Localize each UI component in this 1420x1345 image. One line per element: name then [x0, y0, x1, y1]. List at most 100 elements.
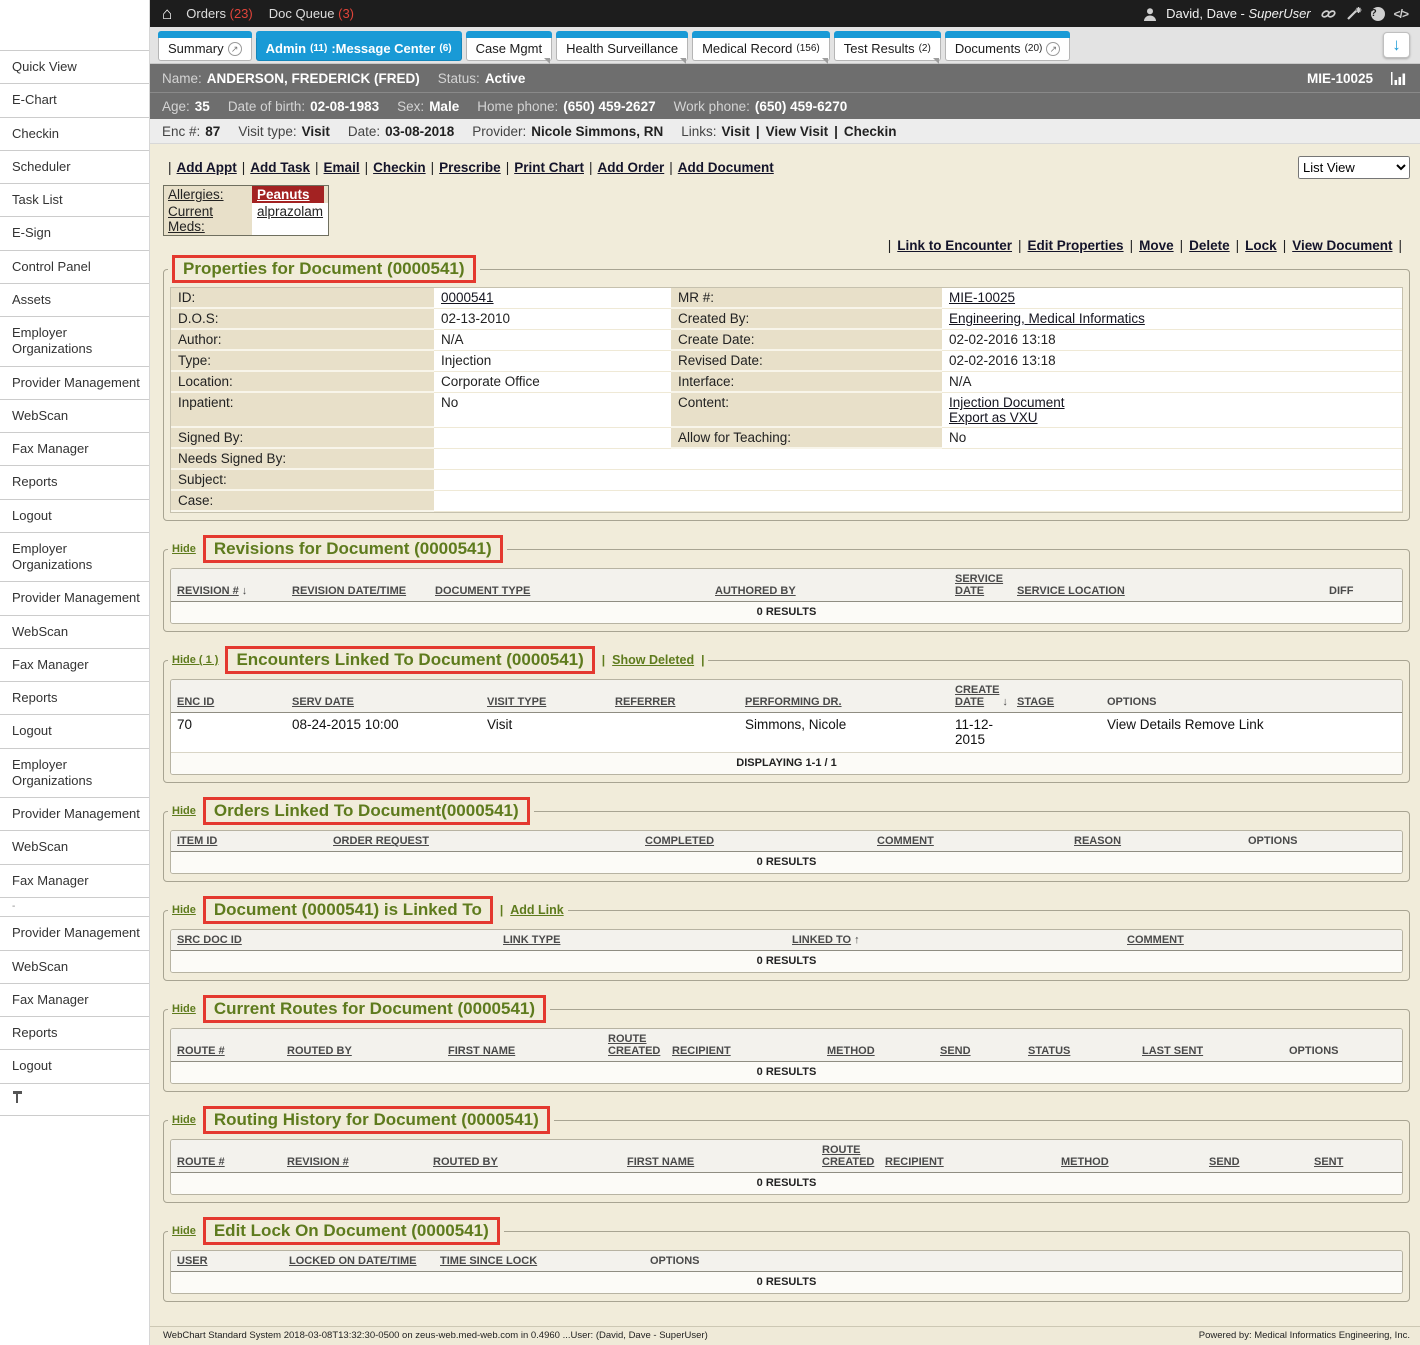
- orders-linked-hide-link[interactable]: Hide: [172, 805, 196, 817]
- tab-health-surveillance[interactable]: Health Surveillance: [556, 32, 688, 61]
- column-header-serv-date[interactable]: SERV DATE: [292, 696, 487, 708]
- sidebar-item-fax-manager[interactable]: Fax Manager: [0, 649, 149, 682]
- sidebar-pin-toggle[interactable]: [0, 1084, 149, 1116]
- tab-medical-record[interactable]: Medical Record (156): [692, 32, 830, 61]
- sidebar-item-item[interactable]: -: [0, 898, 149, 918]
- home-icon[interactable]: ⌂: [162, 5, 172, 22]
- column-header-revision-date-time[interactable]: REVISION DATE/TIME: [292, 585, 435, 597]
- column-header-stage[interactable]: STAGE: [1017, 696, 1107, 708]
- column-header-first-name[interactable]: FIRST NAME: [627, 1156, 822, 1168]
- column-header-completed[interactable]: COMPLETED: [645, 835, 877, 847]
- sidebar-item-provider-management[interactable]: Provider Management: [0, 798, 149, 831]
- action-add-order[interactable]: Add Order: [597, 160, 664, 175]
- edit-lock-hide-link[interactable]: Hide: [172, 1225, 196, 1237]
- sidebar-item-webscan[interactable]: WebScan: [0, 831, 149, 864]
- current-meds-link[interactable]: Current Meds:: [164, 203, 252, 235]
- column-header-route[interactable]: ROUTE #: [177, 1156, 287, 1168]
- sidebar-item-reports[interactable]: Reports: [0, 1017, 149, 1050]
- encounter-link-checkin[interactable]: Checkin: [844, 124, 897, 139]
- view-select[interactable]: List View: [1298, 156, 1410, 179]
- sidebar-item-assets[interactable]: Assets: [0, 284, 149, 317]
- code-icon[interactable]: </>: [1394, 7, 1408, 21]
- action-add-document[interactable]: Add Document: [678, 160, 774, 175]
- column-header-time-since-lock[interactable]: TIME SINCE LOCK: [440, 1255, 650, 1267]
- column-header-method[interactable]: METHOD: [1061, 1156, 1209, 1168]
- sidebar-item-employer-organizations[interactable]: Employer Organizations: [0, 533, 149, 583]
- show-deleted-link[interactable]: Show Deleted: [612, 653, 694, 667]
- chart-icon[interactable]: [1391, 72, 1408, 85]
- encounter-link-visit[interactable]: Visit: [722, 124, 750, 139]
- sidebar-item-webscan[interactable]: WebScan: [0, 400, 149, 433]
- column-header-linked-to[interactable]: LINKED TO↑: [792, 934, 1127, 946]
- column-header-item-id[interactable]: ITEM ID: [177, 835, 333, 847]
- sidebar-item-fax-manager[interactable]: Fax Manager: [0, 984, 149, 1017]
- sidebar-item-webscan[interactable]: WebScan: [0, 616, 149, 649]
- column-header-user[interactable]: USER: [177, 1255, 289, 1267]
- popout-icon[interactable]: ↗: [228, 42, 242, 56]
- sidebar-item-reports[interactable]: Reports: [0, 682, 149, 715]
- tab-admin-message-center[interactable]: Admin (11):Message Center (6): [256, 32, 462, 61]
- sidebar-item-provider-management[interactable]: Provider Management: [0, 917, 149, 950]
- action-add-task[interactable]: Add Task: [250, 160, 310, 175]
- sidebar-item-logout[interactable]: Logout: [0, 500, 149, 533]
- sidebar-item-task-list[interactable]: Task List: [0, 184, 149, 217]
- document-linked-to-hide-link[interactable]: Hide: [172, 904, 196, 916]
- prop-link-0000541[interactable]: 0000541: [441, 290, 494, 305]
- column-header-route-created[interactable]: ROUTE CREATED: [608, 1033, 672, 1057]
- column-header-service-date[interactable]: SERVICE DATE: [955, 573, 1017, 597]
- sidebar-item-fax-manager[interactable]: Fax Manager: [0, 433, 149, 466]
- link-icon[interactable]: [1320, 7, 1337, 21]
- column-header-document-type[interactable]: DOCUMENT TYPE: [435, 585, 715, 597]
- allergy-value-link[interactable]: Peanuts: [252, 186, 324, 203]
- column-header-referrer[interactable]: REFERRER: [615, 696, 745, 708]
- tab-documents[interactable]: Documents (20)↗: [945, 32, 1071, 61]
- column-header-link-type[interactable]: LINK TYPE: [503, 934, 792, 946]
- column-header-routed-by[interactable]: ROUTED BY: [287, 1045, 448, 1057]
- sidebar-item-webscan[interactable]: WebScan: [0, 951, 149, 984]
- column-header-first-name[interactable]: FIRST NAME: [448, 1045, 608, 1057]
- column-header-method[interactable]: METHOD: [827, 1045, 940, 1057]
- column-header-order-request[interactable]: ORDER REQUEST: [333, 835, 645, 847]
- sidebar-item-provider-management[interactable]: Provider Management: [0, 582, 149, 615]
- encounters-linked-hide-link[interactable]: Hide ( 1 ): [172, 654, 218, 666]
- prop-link-mie-10025[interactable]: MIE-10025: [949, 290, 1015, 305]
- doc-action-move[interactable]: Move: [1139, 238, 1174, 253]
- sidebar-item-fax-manager[interactable]: Fax Manager: [0, 865, 149, 898]
- sidebar-item-logout[interactable]: Logout: [0, 715, 149, 748]
- column-header-route[interactable]: ROUTE #: [177, 1045, 287, 1057]
- wand-icon[interactable]: [1346, 6, 1362, 21]
- column-header-routed-by[interactable]: ROUTED BY: [433, 1156, 627, 1168]
- med-value-link[interactable]: alprazolam: [252, 203, 328, 235]
- doc-action-delete[interactable]: Delete: [1189, 238, 1230, 253]
- column-header-performing-dr[interactable]: PERFORMING DR.: [745, 696, 955, 708]
- action-email[interactable]: Email: [324, 160, 360, 175]
- column-header-src-doc-id[interactable]: SRC DOC ID: [177, 934, 503, 946]
- sidebar-item-scheduler[interactable]: Scheduler: [0, 151, 149, 184]
- column-header-authored-by[interactable]: AUTHORED BY: [715, 585, 955, 597]
- sidebar-item-control-panel[interactable]: Control Panel: [0, 251, 149, 284]
- revisions-hide-link[interactable]: Hide: [172, 543, 196, 555]
- sidebar-item-employer-organizations[interactable]: Employer Organizations: [0, 749, 149, 799]
- column-header-comment[interactable]: COMMENT: [1127, 934, 1396, 946]
- sidebar-item-e-sign[interactable]: E-Sign: [0, 217, 149, 250]
- column-header-route-created[interactable]: ROUTE CREATED: [822, 1144, 885, 1168]
- routing-history-hide-link[interactable]: Hide: [172, 1114, 196, 1126]
- topbar-link-doc-queue[interactable]: Doc Queue (3): [269, 6, 354, 21]
- action-print-chart[interactable]: Print Chart: [514, 160, 584, 175]
- cell-options[interactable]: View Details Remove Link: [1107, 717, 1396, 732]
- tab-case-mgmt[interactable]: Case Mgmt: [466, 32, 552, 61]
- user-name[interactable]: David, Dave - SuperUser: [1166, 6, 1311, 21]
- column-header-service-location[interactable]: SERVICE LOCATION: [1017, 585, 1329, 597]
- column-header-status[interactable]: STATUS: [1028, 1045, 1142, 1057]
- column-header-revision[interactable]: REVISION #: [287, 1156, 433, 1168]
- tab-summary[interactable]: Summary↗: [158, 32, 252, 61]
- action-add-appt[interactable]: Add Appt: [177, 160, 237, 175]
- column-header-last-sent[interactable]: LAST SENT: [1142, 1045, 1289, 1057]
- sidebar-item-employer-organizations[interactable]: Employer Organizations: [0, 317, 149, 367]
- column-header-recipient[interactable]: RECIPIENT: [885, 1156, 1061, 1168]
- doc-action-view-document[interactable]: View Document: [1292, 238, 1392, 253]
- encounter-link-view-visit[interactable]: View Visit: [766, 124, 829, 139]
- column-header-send[interactable]: SEND: [940, 1045, 1028, 1057]
- column-header-send[interactable]: SEND: [1209, 1156, 1314, 1168]
- allergies-link[interactable]: Allergies:: [164, 186, 252, 203]
